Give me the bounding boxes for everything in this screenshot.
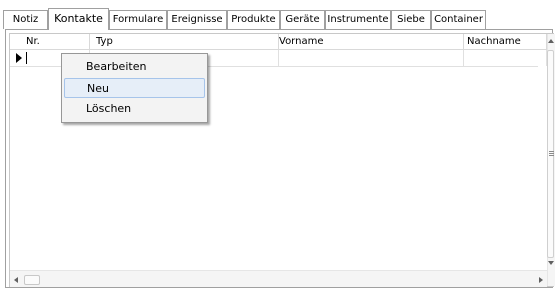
cell-vorname[interactable] [279,50,464,66]
vertical-scroll-thumb[interactable] [547,50,554,258]
tab-ereignisse[interactable]: Ereignisse [167,10,227,29]
tab-label: Formulare [112,14,164,25]
menu-item-label: Löschen [86,102,132,115]
tab-formulare[interactable]: Formulare [109,10,167,29]
tab-siebe[interactable]: Siebe [391,10,431,29]
cell-nachname[interactable] [464,50,547,66]
tab-label: Container [434,14,483,25]
tab-geraete[interactable]: Geräte [280,10,325,29]
grip-icon [549,151,554,152]
tab-instrumente[interactable]: Instrumente [325,10,391,29]
tab-label: Notiz [12,14,39,25]
scroll-right-icon[interactable] [539,277,543,283]
column-header-vorname[interactable]: Vorname [279,34,464,50]
menu-item-neu[interactable]: Neu [64,78,205,98]
tab-notiz[interactable]: Notiz [3,10,48,29]
tab-label: Kontakte [54,12,103,25]
tab-label: Ereignisse [171,14,223,25]
column-header-label: Vorname [279,36,324,47]
context-menu: Bearbeiten Neu Löschen [61,53,208,123]
tab-container[interactable]: Container [431,10,486,29]
tab-label: Instrumente [327,14,389,25]
menu-item-loeschen[interactable]: Löschen [64,99,205,119]
column-header-label: Typ [96,36,113,47]
column-header-typ[interactable]: Typ [90,34,279,50]
column-header-label: Nr. [26,36,40,47]
scroll-left-icon[interactable] [14,277,18,283]
menu-item-label: Neu [87,82,109,95]
tab-label: Geräte [285,14,320,25]
tab-label: Produkte [231,14,276,25]
menu-item-label: Bearbeiten [86,60,147,73]
tab-produkte[interactable]: Produkte [227,10,280,29]
column-header-label: Nachname [467,36,521,47]
scroll-down-icon[interactable] [548,261,554,265]
scroll-up-icon[interactable] [548,39,554,43]
tab-kontakte[interactable]: Kontakte [48,8,109,30]
tab-label: Siebe [397,14,425,25]
row-pointer-icon [16,53,22,63]
horizontal-scrollbar[interactable] [10,270,547,287]
horizontal-scroll-thumb[interactable] [24,275,40,285]
column-header-nr[interactable]: Nr. [10,34,90,50]
menu-item-bearbeiten[interactable]: Bearbeiten [64,57,205,77]
column-header-nachname[interactable]: Nachname [464,34,547,50]
text-caret [26,52,27,64]
